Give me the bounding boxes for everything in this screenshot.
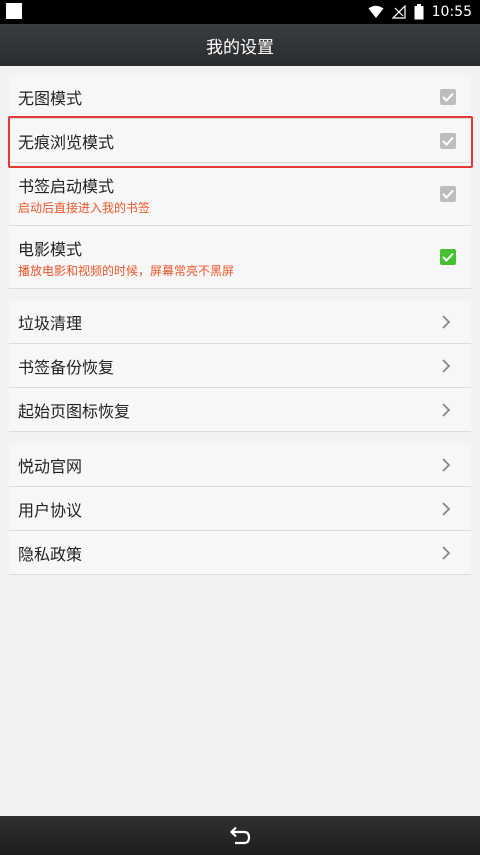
menu-item-label: 隐私政策 xyxy=(18,544,83,564)
bookmark-start-checkbox[interactable] xyxy=(440,186,456,202)
menu-item-label: 起始页图标恢复 xyxy=(18,401,131,421)
page-title: 我的设置 xyxy=(206,37,274,58)
status-time: 10:55 xyxy=(431,4,472,20)
status-icons: 10:55 xyxy=(368,0,472,24)
menu-item-clean-junk[interactable]: 垃圾清理 xyxy=(9,300,471,344)
menu-item-user-agreement[interactable]: 用户协议 xyxy=(9,487,471,531)
setting-row-bookmark-start[interactable]: 书签启动模式 启动后直接进入我的书签 xyxy=(9,163,471,226)
no-image-checkbox[interactable] xyxy=(440,88,456,105)
settings-toggle-group: 无图模式 无痕浏览模式 书签启动模式 启动后直接进入我的书签 电影模式 播放电影… xyxy=(9,75,471,289)
back-arrow-icon[interactable] xyxy=(229,826,251,846)
chevron-right-icon xyxy=(442,457,451,472)
status-bar: 10:55 xyxy=(0,0,480,24)
check-icon xyxy=(442,136,454,146)
check-icon xyxy=(442,92,454,102)
incognito-checkbox[interactable] xyxy=(440,132,456,149)
wifi-icon xyxy=(368,5,384,19)
chevron-right-icon xyxy=(442,402,451,417)
setting-subtitle: 启动后直接进入我的书签 xyxy=(18,200,151,215)
chevron-right-icon xyxy=(442,314,451,329)
menu-item-label: 书签备份恢复 xyxy=(18,357,115,377)
setting-row-movie-mode[interactable]: 电影模式 播放电影和视频的时候，屏幕常亮不黑屏 xyxy=(9,226,471,289)
header: 我的设置 xyxy=(0,24,480,66)
check-icon xyxy=(442,189,454,199)
menu-item-bookmark-backup[interactable]: 书签备份恢复 xyxy=(9,344,471,388)
menu-item-privacy-policy[interactable]: 隐私政策 xyxy=(9,531,471,575)
battery-icon xyxy=(414,4,424,20)
setting-row-incognito[interactable]: 无痕浏览模式 xyxy=(9,119,471,163)
check-icon xyxy=(442,252,454,262)
setting-label: 无痕浏览模式 xyxy=(18,132,115,152)
movie-mode-checkbox[interactable] xyxy=(440,249,456,265)
chevron-right-icon xyxy=(442,501,451,516)
menu-item-label: 悦动官网 xyxy=(18,456,83,476)
chevron-right-icon xyxy=(442,358,451,373)
menu-item-label: 用户协议 xyxy=(18,500,83,520)
no-signal-icon xyxy=(391,5,406,19)
tools-group: 垃圾清理 书签备份恢复 起始页图标恢复 xyxy=(9,300,471,432)
setting-subtitle: 播放电影和视频的时候，屏幕常亮不黑屏 xyxy=(18,263,235,278)
menu-item-restore-start-icons[interactable]: 起始页图标恢复 xyxy=(9,388,471,432)
setting-row-no-image[interactable]: 无图模式 xyxy=(9,75,471,119)
chevron-right-icon xyxy=(442,545,451,560)
menu-item-official-site[interactable]: 悦动官网 xyxy=(9,443,471,487)
setting-label: 无图模式 xyxy=(18,88,83,108)
setting-label: 电影模式 xyxy=(18,239,83,259)
bottom-nav-bar xyxy=(0,816,480,855)
menu-item-label: 垃圾清理 xyxy=(18,313,83,333)
about-group: 悦动官网 用户协议 隐私政策 xyxy=(9,443,471,575)
setting-label: 书签启动模式 xyxy=(18,176,115,196)
notification-square-icon xyxy=(6,3,22,19)
